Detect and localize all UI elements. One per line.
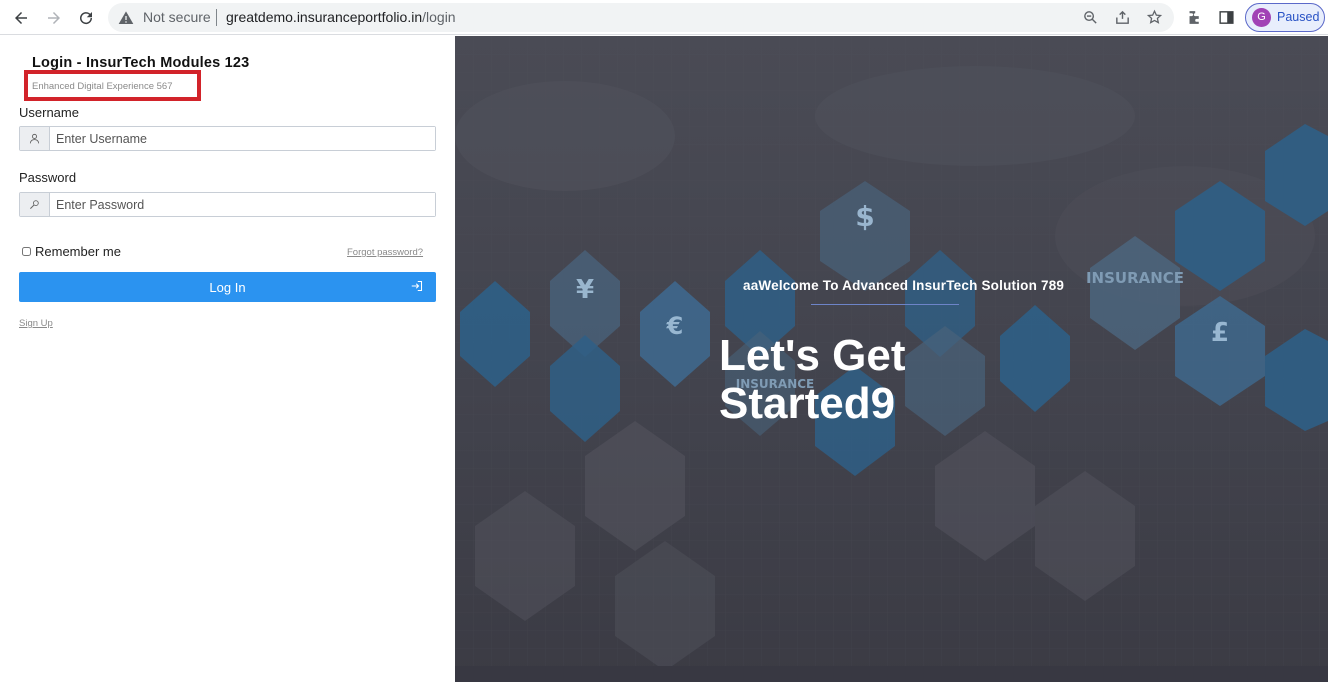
share-icon[interactable] [1114,9,1131,26]
address-bar[interactable]: Not secure greatdemo.insuranceportfolio.… [108,3,1174,32]
svg-text:€: € [666,312,684,340]
sign-in-icon [411,280,423,292]
login-button-label: Log In [209,280,246,295]
omnibox-divider [216,9,217,26]
highlight-box: Enhanced Digital Experience 567 [24,70,201,101]
profile-button[interactable]: G Paused [1245,3,1325,32]
warning-icon[interactable] [118,10,134,26]
security-status[interactable]: Not secure [143,9,211,25]
hero-footer-strip [455,666,1328,682]
url-path: /login [422,9,456,25]
zoom-icon[interactable] [1082,9,1099,26]
remember-label: Remember me [35,244,121,259]
avatar: G [1252,8,1271,27]
remember-me[interactable]: Remember me [22,244,121,259]
reload-icon[interactable] [73,5,99,31]
forgot-password-link[interactable]: Forgot password? [347,247,423,258]
sign-up-link[interactable]: Sign Up [19,318,53,329]
username-input[interactable] [50,127,435,150]
login-subtitle: Enhanced Digital Experience 567 [32,81,173,92]
password-group [19,192,436,217]
remember-checkbox[interactable] [22,247,31,256]
welcome-text: aaWelcome To Advanced InsurTech Solution… [743,278,1065,293]
profile-status: Paused [1277,10,1320,24]
hero-panel: $ ¥ € £ INSURANCE INSURANCE aaWelcome To… [455,36,1328,682]
password-input[interactable] [50,193,435,216]
key-icon [20,193,50,216]
insurance-badge: INSURANCE [1086,269,1184,287]
welcome-underline [811,304,959,305]
svg-text:¥: ¥ [576,275,594,305]
browser-toolbar: Not secure greatdemo.insuranceportfolio.… [0,0,1328,35]
username-label: Username [19,105,79,120]
hero-heading: Let's Get Started9 [719,331,906,428]
bookmark-star-icon[interactable] [1146,9,1163,26]
extensions-icon[interactable] [1186,9,1203,26]
svg-text:$: $ [855,200,874,233]
url-domain: greatdemo.insuranceportfolio.in [226,9,423,25]
url-text[interactable]: greatdemo.insuranceportfolio.in/login [226,9,456,25]
back-icon[interactable] [8,5,34,31]
password-label: Password [19,170,77,185]
login-panel: Login - InsurTech Modules 123 Enhanced D… [0,36,455,682]
forward-icon[interactable] [41,5,67,31]
side-panel-icon[interactable] [1218,9,1235,26]
login-button[interactable]: Log In [19,272,436,302]
login-title: Login - InsurTech Modules 123 [32,55,250,71]
user-icon [20,127,50,150]
username-group [19,126,436,151]
svg-text:£: £ [1211,318,1229,348]
